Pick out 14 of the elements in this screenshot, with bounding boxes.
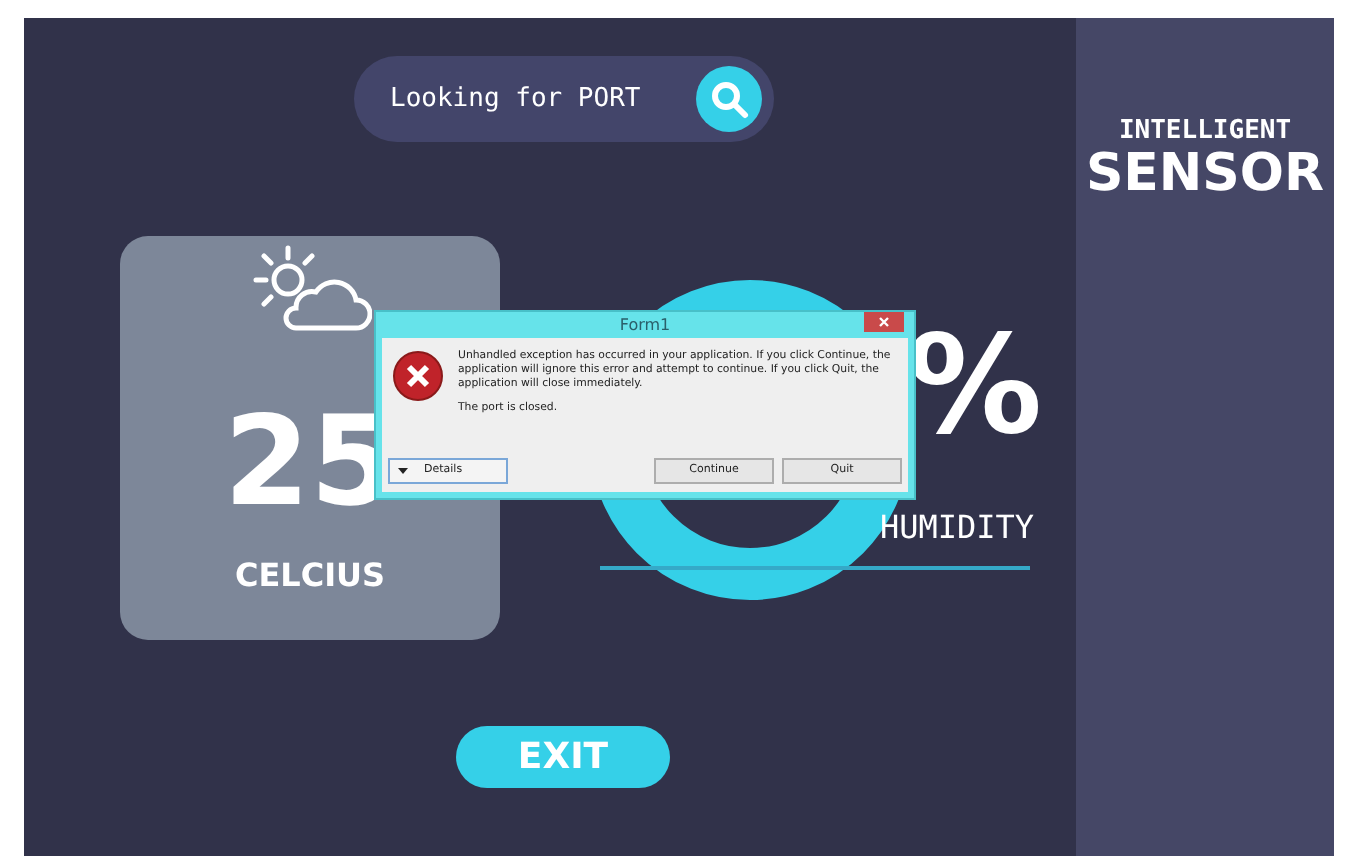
temperature-unit: CELCIUS — [234, 554, 386, 598]
caret-icon — [398, 468, 408, 474]
close-icon — [878, 316, 890, 328]
dialog-title: Form1 — [619, 317, 671, 333]
close-button[interactable] — [864, 312, 904, 332]
search-button[interactable] — [696, 66, 762, 132]
sidebar-title: SENSOR — [1085, 148, 1325, 200]
error-icon — [392, 350, 444, 402]
search-icon — [709, 79, 749, 119]
humidity-value: % — [906, 320, 1043, 456]
status-text: Looking for PORT — [390, 81, 641, 118]
sidebar-subtitle: INTELLIGENT — [1118, 118, 1292, 144]
humidity-label: HUMIDITY — [880, 512, 1035, 544]
sun-cloud-icon — [248, 244, 372, 336]
